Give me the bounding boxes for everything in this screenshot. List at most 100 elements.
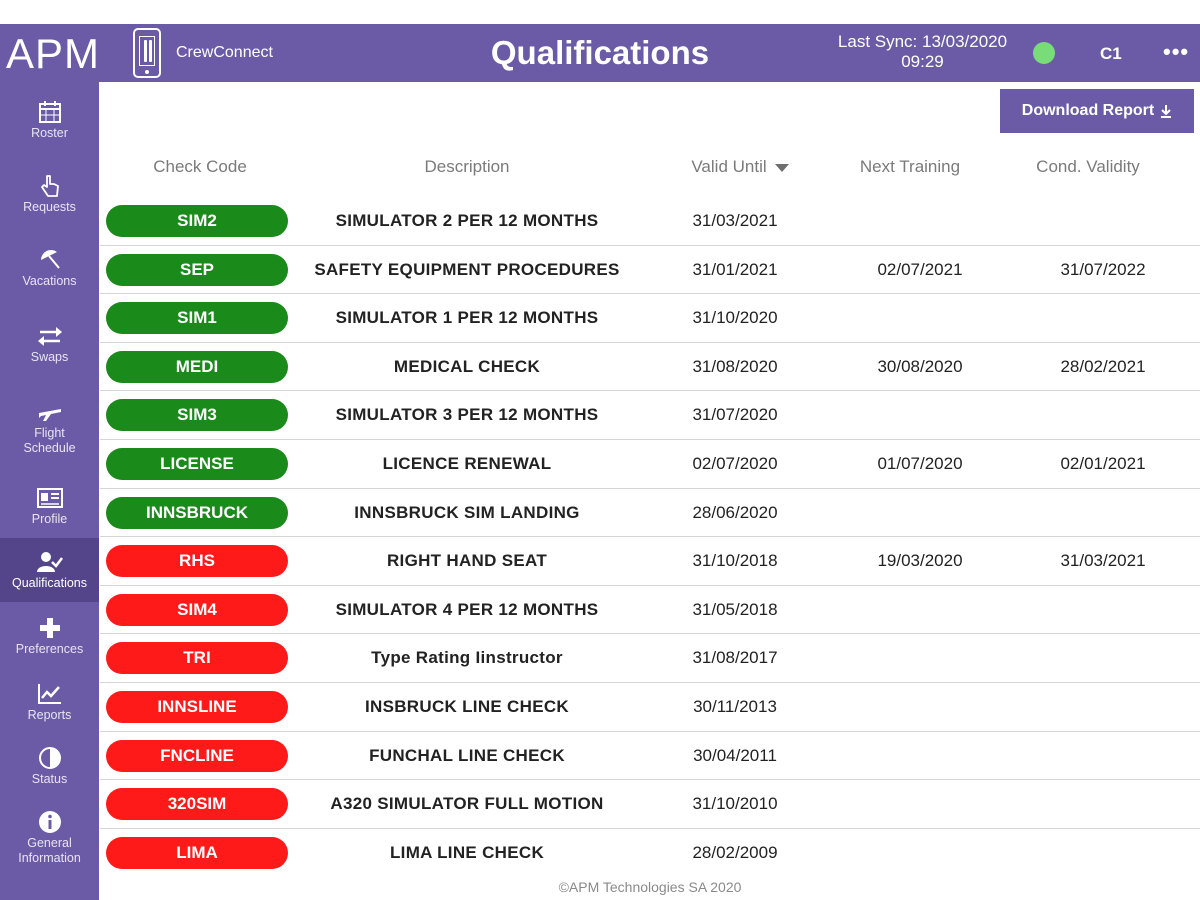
table-row[interactable]: 320SIM A320 SIMULATOR FULL MOTION 31/10/20… — [100, 780, 1200, 829]
sidebar-item-label: Qualifications — [11, 576, 88, 590]
plane-icon — [38, 409, 61, 421]
table-row[interactable]: RHS RIGHT HAND SEAT 31/10/2018 19/03/2020 31… — [100, 537, 1200, 586]
description-cell: INSBRUCK LINE CHECK — [364, 696, 570, 716]
valid-until-cell: 31/10/2010 — [692, 794, 778, 814]
calendar-icon — [38, 101, 61, 123]
beach-umbrella-icon — [40, 250, 60, 269]
cond-validity-cell — [1028, 489, 1178, 537]
table-row[interactable]: SIM3 SIMULATOR 3 PER 12 MONTHS 31/07/2020 — [100, 391, 1200, 440]
check-code-badge[interactable]: FNCLINE — [106, 739, 288, 772]
sidebar-item-requests[interactable]: Requests — [0, 174, 99, 215]
valid-until-cell: 28/02/2009 — [692, 842, 778, 862]
download-report-button[interactable]: Download Report — [1000, 89, 1194, 133]
table-row[interactable]: SIM1 SIMULATOR 1 PER 12 MONTHS 31/10/2020 — [100, 294, 1200, 343]
sidebar-item-qualifications[interactable]: Qualifications — [0, 538, 99, 602]
plus-icon — [39, 618, 60, 638]
more-options-icon[interactable]: ••• — [1163, 41, 1189, 63]
check-code-badge[interactable]: INNSBRUCK — [106, 496, 288, 529]
description-cell: LIMA LINE CHECK — [389, 842, 545, 862]
table-row[interactable]: SEP SAFETY EQUIPMENT PROCEDURES 31/01/2021… — [100, 246, 1200, 295]
check-code-badge[interactable]: SIM3 — [106, 399, 288, 432]
sidebar-nav: Roster Requests Vacations Swaps Flight S… — [0, 82, 99, 900]
table-row[interactable]: TRI Type Rating Iinstructor 31/08/2017 — [100, 634, 1200, 683]
sidebar-item-label: Flight Schedule — [23, 426, 76, 455]
last-sync-status[interactable]: Last Sync: 13/03/2020 09:29 — [810, 32, 1035, 72]
table-row[interactable]: LIMA LIMA LINE CHECK 28/02/2009 — [100, 829, 1200, 878]
apm-logo: APM — [6, 30, 101, 77]
cond-validity-cell: 31/03/2021 — [1060, 551, 1146, 571]
description-cell: LICENCE RENEWAL — [382, 453, 552, 473]
sidebar-item-status[interactable]: Status — [0, 746, 99, 787]
column-header-valid-until[interactable]: Valid Until — [660, 157, 820, 177]
column-header-label: Valid Until — [691, 157, 767, 176]
check-code-badge[interactable]: TRI — [106, 642, 288, 675]
mobile-phone-icon — [133, 28, 161, 78]
cond-validity-cell — [1028, 586, 1178, 634]
description-cell: SAFETY EQUIPMENT PROCEDURES — [314, 259, 620, 279]
description-cell: SIMULATOR 1 PER 12 MONTHS — [335, 308, 599, 328]
cond-validity-cell: 02/01/2021 — [1060, 453, 1146, 473]
column-header-check-code[interactable]: Check Code — [110, 157, 290, 177]
check-code-badge[interactable]: SIM4 — [106, 593, 288, 626]
info-icon — [38, 811, 61, 833]
next-training-cell — [845, 489, 995, 537]
sidebar-item-profile[interactable]: Profile — [0, 486, 99, 527]
sidebar-item-reports[interactable]: Reports — [0, 682, 99, 723]
sync-date: Last Sync: 13/03/2020 — [837, 32, 1008, 51]
column-header-next-training[interactable]: Next Training — [835, 157, 985, 177]
download-report-label: Download Report — [1021, 102, 1155, 119]
table-row[interactable]: SIM4 SIMULATOR 4 PER 12 MONTHS 31/05/2018 — [100, 586, 1200, 635]
user-code-button[interactable]: C1 — [1100, 44, 1122, 64]
column-header-description[interactable]: Description — [290, 157, 644, 177]
download-icon — [1161, 105, 1172, 118]
sidebar-item-swaps[interactable]: Swaps — [0, 324, 99, 365]
next-training-cell: 19/03/2020 — [877, 551, 963, 571]
valid-until-cell: 31/10/2018 — [692, 551, 778, 571]
next-training-cell: 02/07/2021 — [877, 259, 963, 279]
sync-time: 09:29 — [901, 52, 944, 71]
check-code-badge[interactable]: LICENSE — [106, 447, 288, 480]
valid-until-cell: 31/01/2021 — [692, 259, 778, 279]
sync-status-indicator-icon[interactable] — [1033, 42, 1055, 64]
sidebar-item-label: Preferences — [15, 642, 84, 656]
check-code-badge[interactable]: 320SIM — [106, 788, 288, 821]
table-row[interactable]: LICENSE LICENCE RENEWAL 02/07/2020 01/07/20… — [100, 440, 1200, 489]
valid-until-cell: 31/07/2020 — [692, 405, 778, 425]
cond-validity-cell — [1028, 829, 1178, 877]
sidebar-item-vacations[interactable]: Vacations — [0, 248, 99, 289]
user-check-icon — [36, 552, 63, 572]
cond-validity-cell — [1028, 197, 1178, 245]
table-row[interactable]: INNSLINE INSBRUCK LINE CHECK 30/11/2013 — [100, 683, 1200, 732]
top-bar: APM CrewConnect Qualifications Last Sync… — [0, 24, 1200, 82]
cond-validity-cell — [1028, 391, 1178, 439]
cond-validity-cell: 31/07/2022 — [1060, 259, 1146, 279]
check-code-badge[interactable]: LIMA — [106, 836, 288, 869]
check-code-badge[interactable]: SEP — [106, 253, 288, 286]
table-row[interactable]: INNSBRUCK INNSBRUCK SIM LANDING 28/06/2020 — [100, 489, 1200, 538]
chart-icon — [37, 684, 61, 704]
sidebar-item-label: Status — [31, 772, 68, 786]
table-row[interactable]: SIM2 SIMULATOR 2 PER 12 MONTHS 31/03/2021 — [100, 197, 1200, 246]
cond-validity-cell: 28/02/2021 — [1060, 356, 1146, 376]
sidebar-item-general-information[interactable]: General Information — [0, 810, 99, 866]
table-row[interactable]: FNCLINE FUNCHAL LINE CHECK 30/04/2011 — [100, 732, 1200, 781]
check-code-badge[interactable]: MEDI — [106, 350, 288, 383]
sidebar-item-label: Swaps — [30, 350, 69, 364]
sidebar-item-label: Requests — [23, 200, 76, 214]
half-circle-icon — [38, 747, 61, 769]
sidebar-item-label: Roster — [31, 126, 68, 140]
next-training-cell — [845, 391, 995, 439]
next-training-cell — [845, 732, 995, 780]
sidebar-item-roster[interactable]: Roster — [0, 100, 99, 141]
table-row[interactable]: MEDI MEDICAL CHECK 31/08/2020 30/08/2020 28/… — [100, 343, 1200, 392]
valid-until-cell: 31/08/2020 — [692, 356, 778, 376]
sidebar-item-flight-schedule[interactable]: Flight Schedule — [0, 400, 99, 456]
cond-validity-cell — [1028, 732, 1178, 780]
check-code-badge[interactable]: RHS — [106, 545, 288, 578]
check-code-badge[interactable]: INNSLINE — [106, 690, 288, 723]
column-header-cond-validity[interactable]: Cond. Validity — [1013, 157, 1163, 177]
qualifications-table: SIM2 SIMULATOR 2 PER 12 MONTHS 31/03/2021 S… — [100, 197, 1200, 877]
check-code-badge[interactable]: SIM2 — [106, 205, 288, 237]
check-code-badge[interactable]: SIM1 — [106, 302, 288, 335]
sidebar-item-preferences[interactable]: Preferences — [0, 616, 99, 657]
